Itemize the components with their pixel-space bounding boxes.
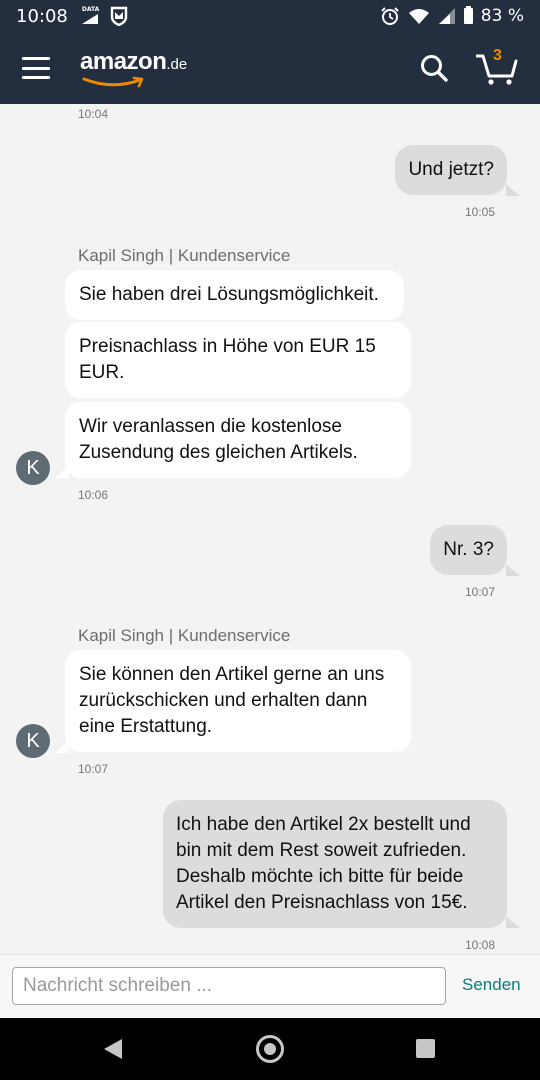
menu-icon[interactable] — [22, 57, 50, 79]
app-actions: 3 — [420, 47, 518, 85]
status-bar: 10:08 DATA 83 % — [0, 0, 540, 32]
message-timestamp: 10:07 — [78, 762, 109, 776]
home-icon[interactable] — [256, 1035, 284, 1063]
status-time: 10:08 — [16, 5, 68, 27]
incoming-message: Sie haben drei Lösungsmöglichkeit. — [65, 270, 404, 320]
agent-name: Kapil Singh | Kundenservice — [78, 626, 291, 645]
message-timestamp: 10:07 — [464, 585, 495, 599]
chat-thread: 10:04 Und jetzt? 10:05 Kapil Singh | Kun… — [0, 104, 540, 954]
cart-count: 3 — [493, 47, 502, 64]
send-button[interactable]: Senden — [462, 975, 521, 995]
outgoing-message: Ich habe den Artikel 2x bestellt und bin… — [163, 800, 507, 928]
agent-avatar: K — [16, 451, 50, 485]
message-timestamp: 10:05 — [464, 205, 495, 219]
battery-icon — [463, 6, 473, 24]
search-icon[interactable] — [420, 54, 448, 82]
outgoing-message: Und jetzt? — [395, 145, 507, 195]
notification-icons: DATA — [81, 6, 128, 26]
app-bar: amazon.de 3 — [0, 32, 540, 104]
logo-text: amazon — [80, 48, 167, 75]
back-icon[interactable] — [104, 1039, 122, 1059]
data-saver-icon: DATA — [81, 6, 100, 24]
system-nav-bar — [0, 1018, 540, 1080]
message-timestamp: 10:06 — [78, 488, 109, 502]
incoming-message: Preisnachlass in Höhe von EUR 15 EUR. — [65, 322, 411, 398]
signal-icon — [438, 8, 455, 24]
logo-tld: .de — [166, 56, 188, 73]
alarm-icon — [381, 7, 399, 25]
outgoing-message: Nr. 3? — [430, 525, 507, 575]
agent-avatar: K — [16, 724, 50, 758]
agent-name: Kapil Singh | Kundenservice — [78, 246, 291, 265]
amazon-logo[interactable]: amazon.de — [80, 48, 187, 88]
message-timestamp: 10:04 — [78, 107, 109, 121]
message-composer: Senden — [0, 954, 540, 1018]
wifi-icon — [408, 9, 429, 24]
smile-arrow-icon — [82, 76, 144, 88]
incoming-message: Sie können den Artikel gerne an uns zurü… — [65, 650, 411, 752]
shield-icon — [110, 6, 128, 26]
cart-button[interactable]: 3 — [475, 47, 518, 85]
status-right: 83 % — [380, 6, 524, 26]
message-input[interactable] — [12, 967, 446, 1005]
message-timestamp: 10:08 — [464, 938, 495, 952]
data-label: DATA — [81, 6, 100, 13]
incoming-message: Wir veranlassen die kostenlose Zusendung… — [65, 402, 411, 478]
battery-percent: 83 % — [480, 6, 524, 26]
recent-apps-icon[interactable] — [416, 1039, 435, 1058]
